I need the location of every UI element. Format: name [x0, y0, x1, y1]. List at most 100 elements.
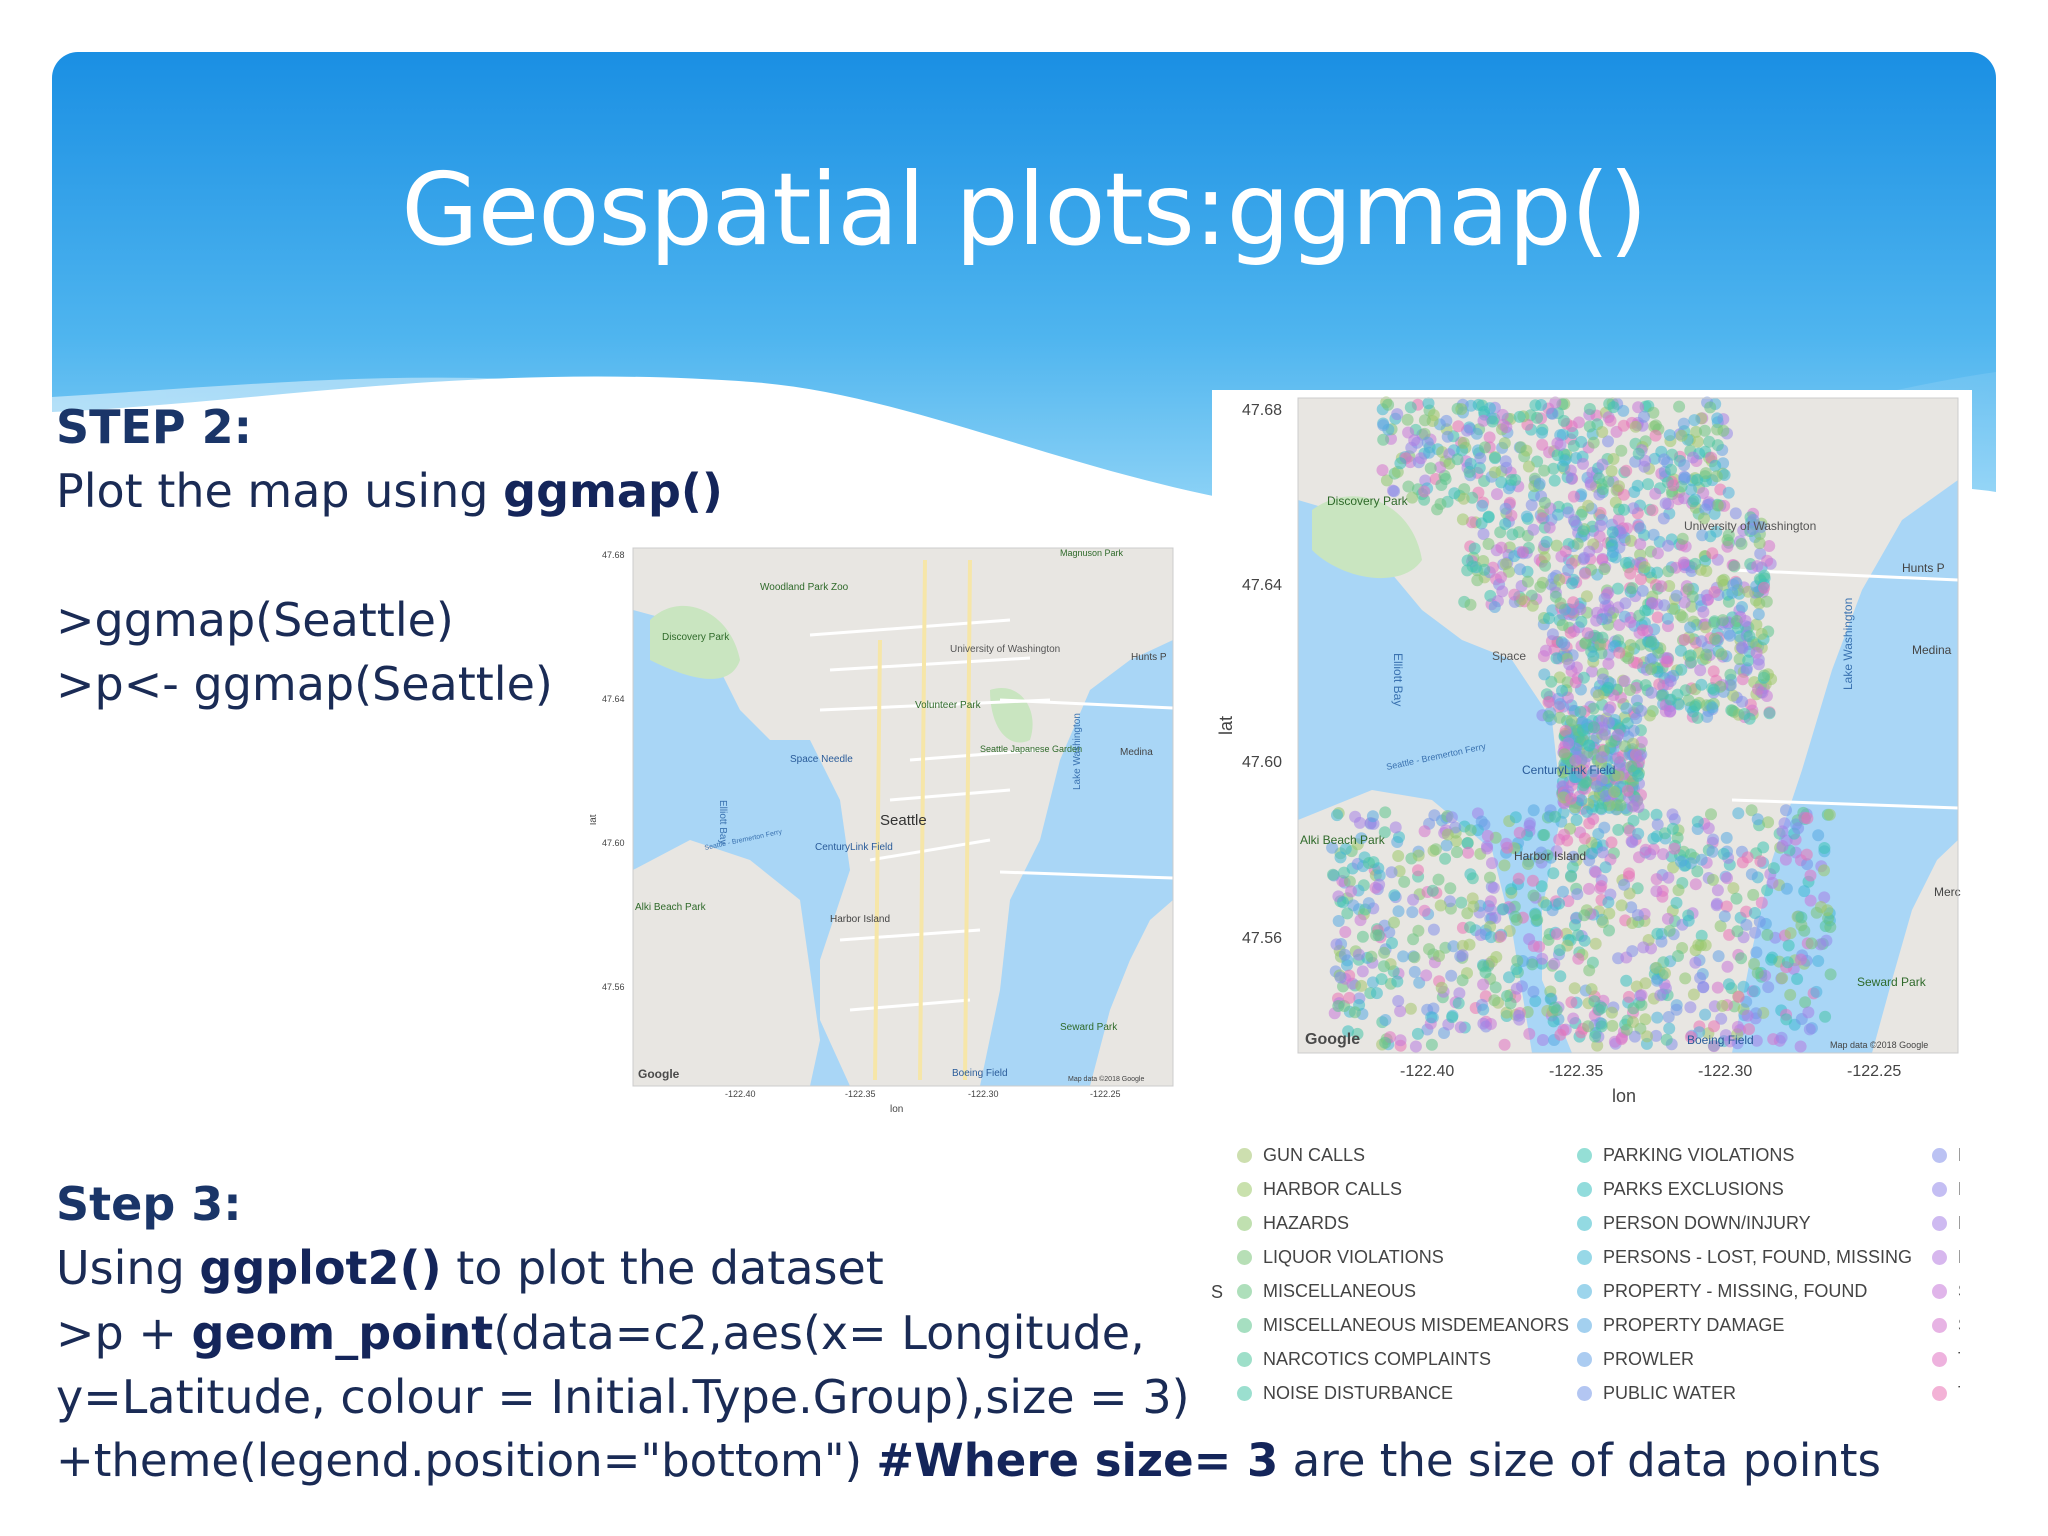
crime-point: [1589, 1030, 1602, 1043]
crime-point: [1527, 985, 1540, 998]
crime-point: [1697, 606, 1710, 618]
crime-point: [1615, 899, 1628, 912]
crime-point: [1391, 408, 1404, 421]
large-map-attribution: Map data ©2018 Google: [1830, 1040, 1928, 1050]
crime-point: [1708, 1020, 1720, 1033]
crime-point: [1618, 740, 1631, 753]
crime-point: [1411, 1027, 1424, 1040]
crime-point: [1583, 545, 1596, 558]
crime-point: [1674, 609, 1687, 622]
small-map-label-centurylink: CenturyLink Field: [815, 842, 893, 853]
crime-point: [1509, 910, 1522, 923]
crime-point: [1423, 446, 1436, 459]
crime-point: [1495, 571, 1507, 584]
crime-point: [1406, 491, 1419, 504]
crime-point: [1565, 792, 1578, 805]
crime-point: [1497, 903, 1510, 916]
step3-line1-suffix: to plot the dataset: [441, 1241, 884, 1295]
crime-point: [1664, 693, 1677, 706]
crime-point: [1776, 972, 1789, 985]
crime-point: [1394, 1005, 1407, 1018]
crime-point: [1391, 975, 1404, 988]
legend-label: PROPERTY DAMAGE: [1603, 1315, 1785, 1335]
legend-label: PROPERTY - MISSING, FOUND: [1603, 1281, 1868, 1301]
crime-point: [1602, 716, 1615, 729]
crime-point: [1708, 616, 1721, 629]
crime-point: [1554, 698, 1567, 710]
crime-point: [1343, 991, 1356, 1004]
crime-point: [1345, 885, 1358, 898]
crime-point: [1784, 927, 1797, 940]
crime-point: [1615, 1033, 1628, 1046]
crime-point: [1590, 780, 1603, 793]
crime-point: [1823, 808, 1836, 821]
crime-point: [1567, 514, 1580, 527]
crime-point: [1699, 1008, 1712, 1021]
crime-point: [1639, 604, 1652, 617]
crime-point: [1349, 810, 1362, 823]
crime-point: [1538, 496, 1551, 509]
crime-point: [1729, 507, 1742, 520]
legend-column-3: RI RI R(R(SE SU TH TH: [1910, 1140, 1960, 1412]
crime-point: [1503, 971, 1515, 984]
crime-point: [1348, 1006, 1361, 1019]
crime-point: [1613, 480, 1625, 493]
large-map-label-mercer: Merc: [1934, 885, 1961, 899]
crime-point: [1695, 853, 1708, 866]
crime-point: [1526, 599, 1539, 612]
crime-point: [1379, 806, 1392, 819]
crime-point: [1404, 1002, 1417, 1015]
crime-point: [1649, 429, 1662, 442]
crime-point: [1631, 794, 1644, 807]
crime-point: [1622, 990, 1635, 1003]
crime-point: [1689, 956, 1702, 969]
crime-point: [1606, 546, 1619, 558]
slide-title: Geospatial plots:ggmap(): [401, 151, 1647, 268]
legend-swatch: [1577, 1216, 1592, 1231]
step3-line2: >p + geom_point(data=c2,aes(x= Longitude…: [56, 1301, 1145, 1365]
crime-point: [1635, 989, 1648, 1002]
small-map-ytick: 47.56: [602, 982, 625, 992]
crime-point: [1427, 923, 1440, 936]
large-map-label-medina: Medina: [1912, 643, 1952, 657]
crime-point: [1434, 498, 1447, 510]
large-map-ytick: 47.60: [1242, 754, 1282, 771]
crime-point: [1513, 826, 1526, 839]
crime-point: [1631, 909, 1644, 922]
crime-point: [1548, 1001, 1561, 1014]
crime-point: [1402, 480, 1415, 493]
crime-point: [1432, 873, 1445, 886]
crime-point: [1553, 944, 1566, 957]
crime-point: [1711, 412, 1724, 425]
crime-point: [1529, 399, 1542, 412]
crime-point: [1673, 400, 1686, 413]
crime-point: [1661, 652, 1674, 664]
crime-point: [1682, 914, 1695, 927]
small-map-label-discovery: Discovery Park: [662, 632, 730, 643]
crime-point: [1377, 433, 1390, 446]
crime-point: [1451, 846, 1463, 859]
crime-point: [1632, 447, 1645, 460]
crime-point: [1689, 878, 1702, 891]
large-map-label-uw: University of Washington: [1684, 519, 1816, 533]
crime-point: [1481, 829, 1494, 842]
crime-point: [1404, 401, 1417, 414]
legend-label: R(: [1958, 1247, 1960, 1268]
step2-line-prefix: Plot the map using: [56, 464, 504, 518]
crime-point: [1565, 870, 1577, 883]
crime-point: [1812, 829, 1825, 842]
crime-point: [1589, 937, 1602, 950]
crime-point: [1536, 426, 1548, 439]
crime-point: [1408, 965, 1421, 978]
crime-point: [1327, 868, 1339, 881]
crime-point: [1689, 944, 1702, 957]
crime-point: [1547, 867, 1560, 880]
crime-point: [1762, 816, 1775, 829]
crime-point: [1599, 861, 1612, 874]
legend-swatch: [1932, 1148, 1947, 1163]
crime-point: [1736, 695, 1749, 708]
legend-label: PERSONS - LOST, FOUND, MISSING: [1603, 1247, 1913, 1267]
crime-point: [1499, 455, 1512, 468]
legend-swatch: [1237, 1216, 1252, 1231]
legend-swatch: [1577, 1284, 1592, 1299]
